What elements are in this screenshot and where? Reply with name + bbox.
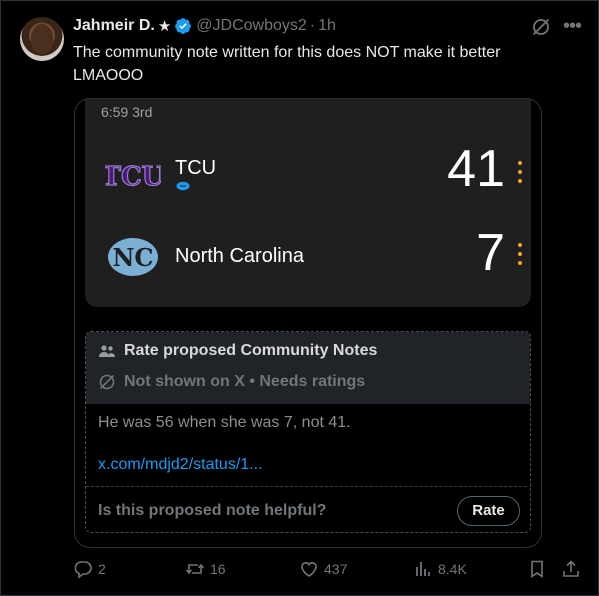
community-note-title: Rate proposed Community Notes: [124, 342, 378, 359]
people-icon: [99, 345, 115, 357]
community-note-link[interactable]: x.com/mdjd2/status/1...: [98, 456, 263, 474]
repost-count: 16: [210, 561, 226, 577]
community-note-status-row: Not shown on X • Needs ratings: [98, 373, 365, 391]
repost-icon: [185, 563, 205, 575]
tweet-text: The community note written for this does…: [73, 44, 501, 84]
possession-football-icon: [176, 181, 190, 191]
more-options-icon[interactable]: •••: [563, 16, 582, 37]
rate-button[interactable]: Rate: [457, 496, 520, 526]
score-menu-icon: [517, 161, 523, 187]
share-icon: [563, 560, 579, 577]
community-note-divider: [86, 486, 530, 487]
bookmark-button[interactable]: [527, 559, 552, 579]
svg-text:NC: NC: [112, 243, 153, 272]
unc-logo-icon: NC: [108, 238, 158, 276]
score-menu-icon: [517, 243, 523, 269]
team-name-tcu: TCU: [175, 157, 217, 179]
grok-icon[interactable]: [531, 17, 551, 37]
heart-icon: [301, 562, 317, 577]
svg-text:TCU: TCU: [105, 162, 161, 192]
tweet-container: Jahmeir D. ★ @JDCowboys2 · 1h ••• The co…: [0, 0, 599, 596]
reply-count: 2: [98, 561, 106, 577]
star-glyph: ★: [157, 18, 172, 35]
media-card[interactable]: 6:59 3rd TCU TCU 41 NC North Carolina: [74, 98, 542, 548]
repost-button[interactable]: 16: [185, 559, 226, 579]
analytics-icon: [416, 562, 430, 576]
tweet-header: Jahmeir D. ★ @JDCowboys2 · 1h: [73, 15, 336, 37]
avatar-face: [31, 24, 53, 54]
hidden-eye-icon: [99, 374, 115, 390]
score-tcu: 41: [447, 140, 505, 198]
community-note-status: Not shown on X • Needs ratings: [124, 373, 366, 390]
community-note-body: He was 56 when she was 7, not 41.: [98, 414, 351, 431]
team-row-tcu: TCU TCU 41: [85, 140, 531, 205]
score-unc: 7: [476, 224, 505, 282]
tcu-logo-icon: TCU: [105, 161, 161, 192]
author-handle[interactable]: @JDCowboys2: [196, 17, 307, 35]
game-clock: 6:59 3rd: [101, 104, 153, 120]
bookmark-icon: [531, 560, 543, 579]
team-row-unc: NC North Carolina 7: [85, 224, 531, 287]
tweet-timestamp[interactable]: 1h: [318, 17, 336, 35]
scoreboard-image: 6:59 3rd TCU TCU 41 NC North Carolina: [85, 99, 531, 307]
reply-icon: [74, 561, 92, 579]
community-note: Rate proposed Community Notes Not shown …: [85, 331, 531, 533]
team-name-unc: North Carolina: [175, 245, 304, 267]
community-note-title-row: Rate proposed Community Notes: [98, 342, 377, 360]
helpful-question: Is this proposed note helpful?: [98, 502, 327, 519]
verified-badge-icon: [175, 18, 192, 34]
header-separator: ·: [309, 17, 316, 34]
views-button[interactable]: 8.4K: [413, 559, 467, 579]
avatar[interactable]: [20, 17, 64, 61]
author-name[interactable]: Jahmeir D.: [73, 17, 155, 35]
action-bar: 2 16 437 8.4K: [73, 559, 585, 585]
like-button[interactable]: 437: [299, 559, 347, 579]
like-count: 437: [324, 561, 348, 577]
reply-button[interactable]: 2: [73, 559, 106, 579]
community-note-header: Rate proposed Community Notes Not shown …: [86, 332, 530, 404]
view-count: 8.4K: [438, 561, 467, 577]
share-button[interactable]: [561, 559, 586, 579]
